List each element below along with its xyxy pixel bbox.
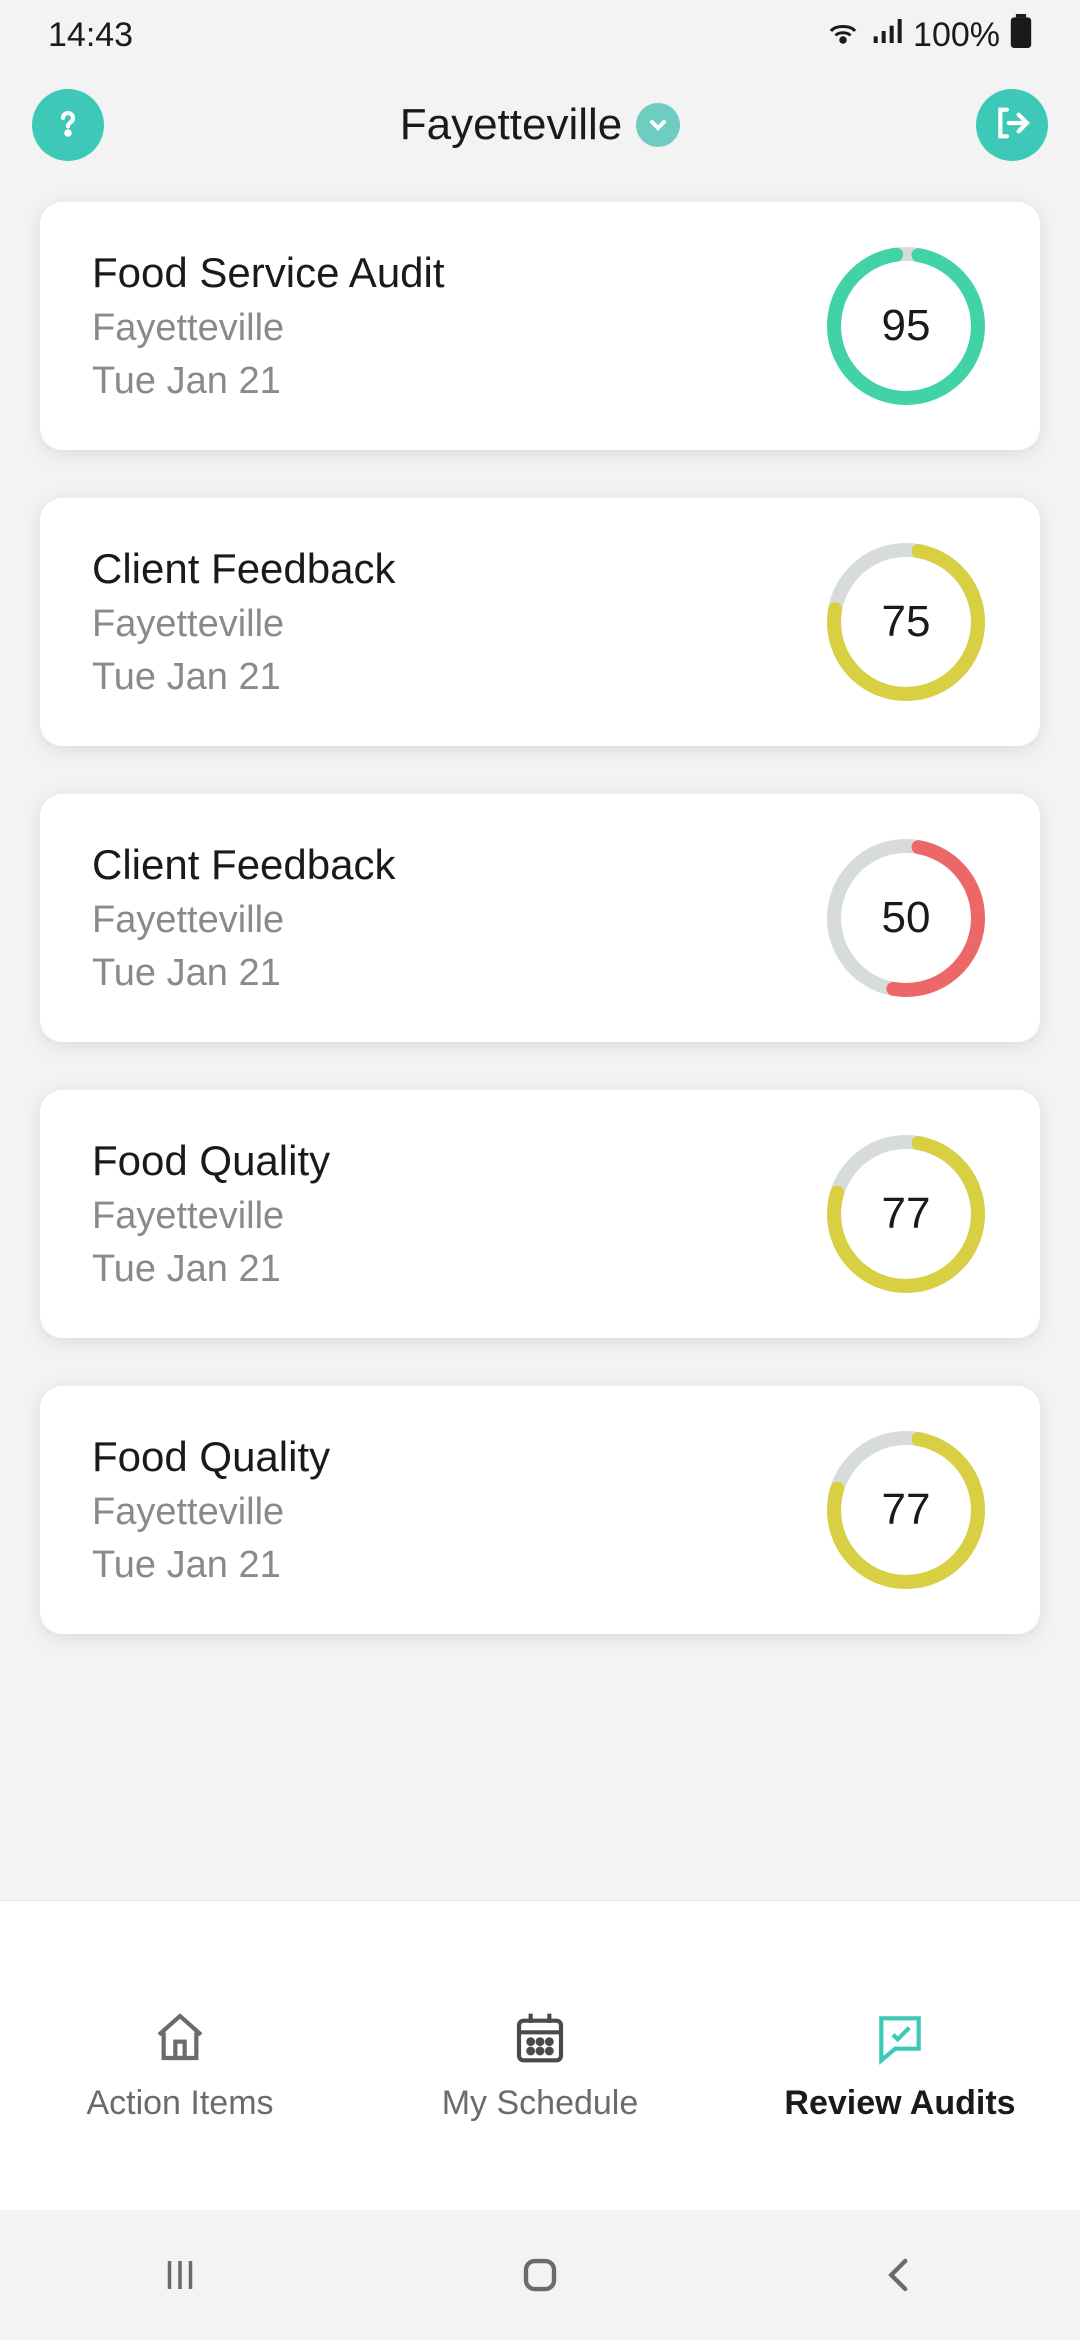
back-button[interactable] — [870, 2245, 930, 2305]
audit-card-text: Food Quality Fayetteville Tue Jan 21 — [92, 1433, 330, 1587]
audit-date: Tue Jan 21 — [92, 1544, 330, 1587]
calendar-icon — [512, 2009, 568, 2070]
status-bar: 14:43 100% — [0, 0, 1080, 70]
logout-button[interactable] — [976, 89, 1048, 161]
logout-icon — [992, 103, 1032, 148]
audit-date: Tue Jan 21 — [92, 360, 445, 403]
signal-icon — [871, 15, 903, 56]
location-dropdown[interactable]: Fayetteville — [400, 100, 681, 150]
score-value: 77 — [824, 1132, 988, 1296]
audit-card[interactable]: Food Quality Fayetteville Tue Jan 21 77 — [40, 1090, 1040, 1338]
system-nav — [0, 2210, 1080, 2340]
audit-title: Food Quality — [92, 1433, 330, 1481]
audit-location: Fayetteville — [92, 307, 445, 350]
score-ring: 77 — [824, 1428, 988, 1592]
audit-location: Fayetteville — [92, 1491, 330, 1534]
audit-location: Fayetteville — [92, 603, 396, 646]
audit-date: Tue Jan 21 — [92, 1248, 330, 1291]
chevron-down-icon — [636, 103, 680, 147]
wifi-icon — [825, 13, 861, 58]
status-battery-text: 100% — [913, 16, 1000, 55]
app-header: Fayetteville — [0, 70, 1080, 180]
bottom-nav: Action Items My Schedule Review Audits — [0, 1900, 1080, 2210]
score-ring: 50 — [824, 836, 988, 1000]
score-ring: 95 — [824, 244, 988, 408]
nav-item-my-schedule[interactable]: My Schedule — [362, 2009, 718, 2123]
audit-title: Client Feedback — [92, 545, 396, 593]
audit-title: Food Quality — [92, 1137, 330, 1185]
audit-title: Food Service Audit — [92, 249, 445, 297]
home-icon — [152, 2009, 208, 2070]
score-value: 95 — [824, 244, 988, 408]
audit-location: Fayetteville — [92, 1195, 330, 1238]
status-time: 14:43 — [48, 16, 133, 55]
nav-label: Review Audits — [784, 2084, 1015, 2123]
audit-card-text: Food Quality Fayetteville Tue Jan 21 — [92, 1137, 330, 1291]
audit-card[interactable]: Food Service Audit Fayetteville Tue Jan … — [40, 202, 1040, 450]
help-button[interactable] — [32, 89, 104, 161]
score-ring: 75 — [824, 540, 988, 704]
home-button[interactable] — [510, 2245, 570, 2305]
audit-title: Client Feedback — [92, 841, 396, 889]
help-icon — [48, 103, 88, 148]
score-ring: 77 — [824, 1132, 988, 1296]
audit-list[interactable]: Food Service Audit Fayetteville Tue Jan … — [0, 180, 1080, 1900]
audit-date: Tue Jan 21 — [92, 656, 396, 699]
audit-card[interactable]: Food Quality Fayetteville Tue Jan 21 77 — [40, 1386, 1040, 1634]
audit-card-text: Client Feedback Fayetteville Tue Jan 21 — [92, 841, 396, 995]
score-value: 50 — [824, 836, 988, 1000]
audit-date: Tue Jan 21 — [92, 952, 396, 995]
battery-icon — [1010, 14, 1032, 57]
status-right: 100% — [825, 13, 1032, 58]
audit-location: Fayetteville — [92, 899, 396, 942]
header-title: Fayetteville — [400, 100, 623, 150]
nav-item-action-items[interactable]: Action Items — [2, 2009, 358, 2123]
nav-label: My Schedule — [442, 2084, 639, 2123]
nav-label: Action Items — [86, 2084, 273, 2123]
audit-card-text: Client Feedback Fayetteville Tue Jan 21 — [92, 545, 396, 699]
audit-card[interactable]: Client Feedback Fayetteville Tue Jan 21 … — [40, 794, 1040, 1042]
audit-card-text: Food Service Audit Fayetteville Tue Jan … — [92, 249, 445, 403]
audit-card[interactable]: Client Feedback Fayetteville Tue Jan 21 … — [40, 498, 1040, 746]
score-value: 75 — [824, 540, 988, 704]
recents-button[interactable] — [150, 2245, 210, 2305]
review-icon — [872, 2009, 928, 2070]
nav-item-review-audits[interactable]: Review Audits — [722, 2009, 1078, 2123]
score-value: 77 — [824, 1428, 988, 1592]
